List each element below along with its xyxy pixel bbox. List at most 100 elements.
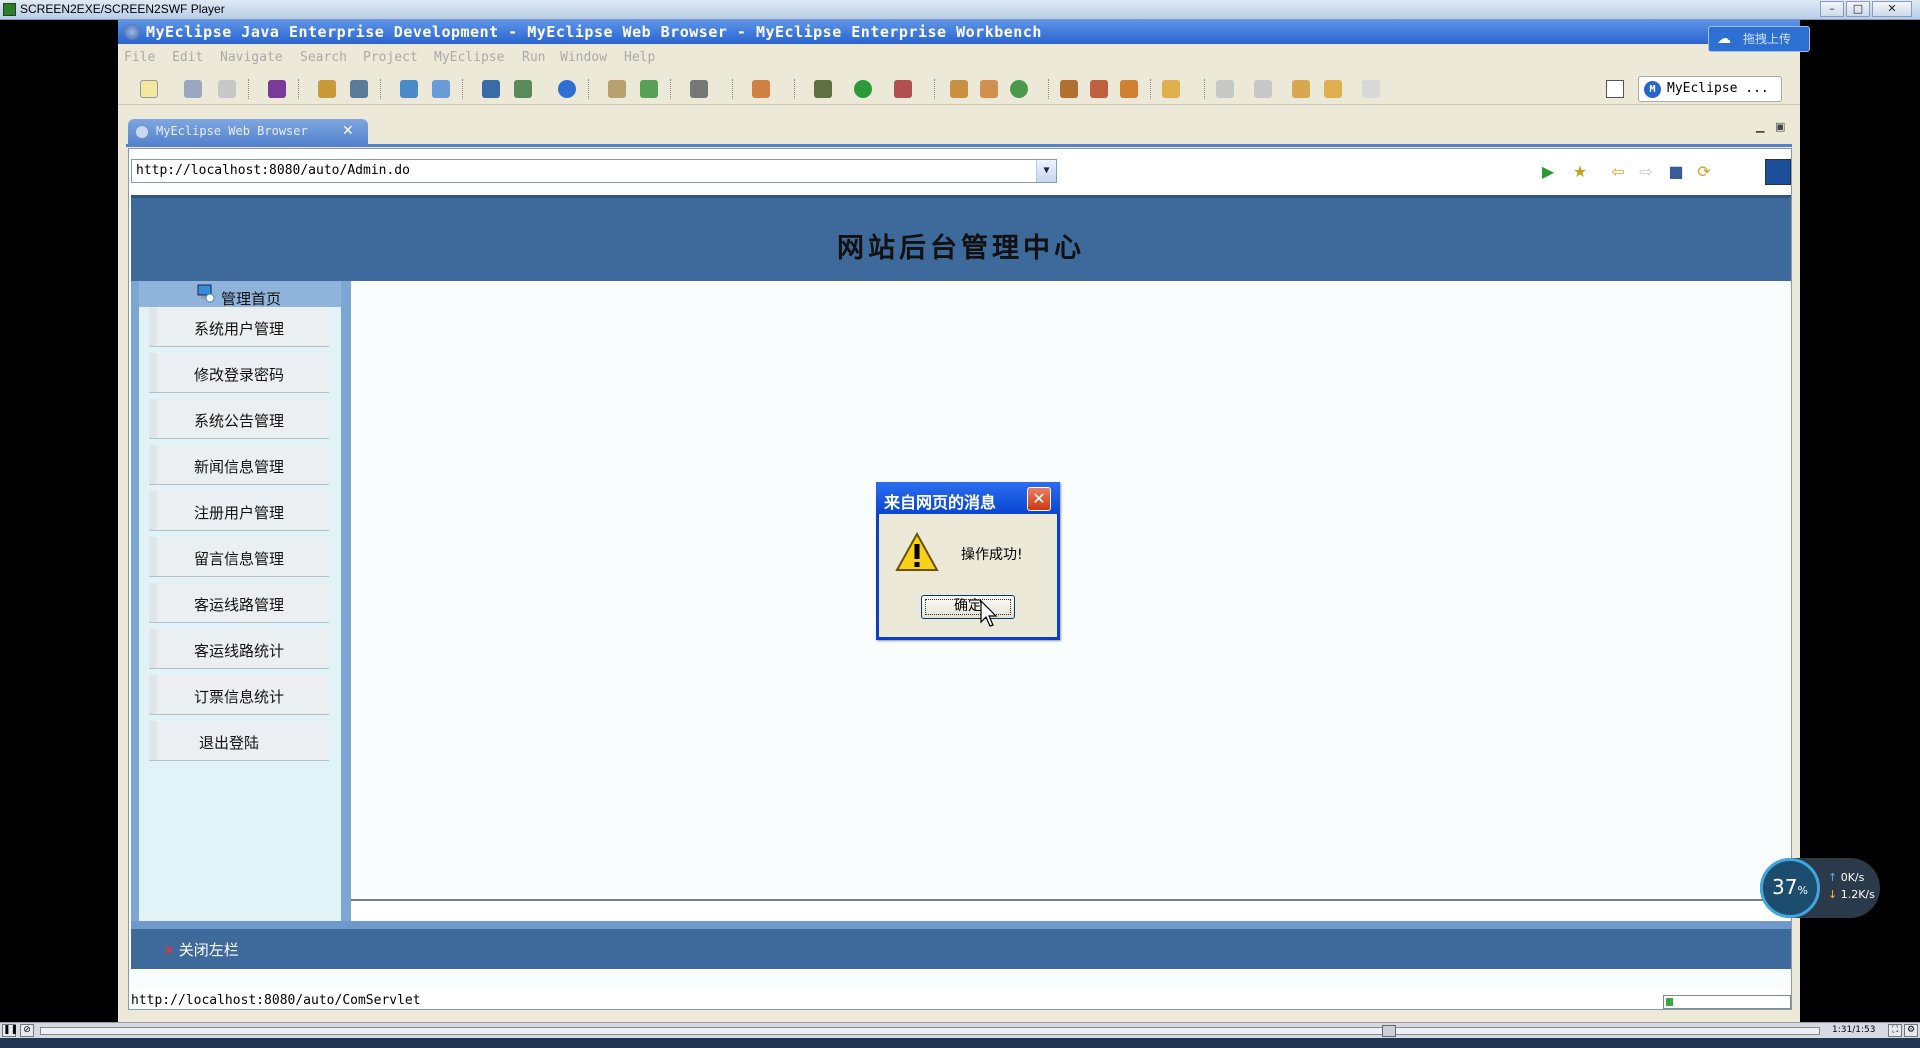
forward-arrow-icon[interactable]: ⇨	[1637, 163, 1655, 181]
print-icon[interactable]	[218, 80, 236, 98]
sidebar-item-news[interactable]: 新闻信息管理	[149, 445, 329, 485]
mouse-cursor-icon	[980, 600, 998, 627]
new-icon[interactable]	[140, 80, 158, 98]
sidebar-item-system-users[interactable]: 系统用户管理	[149, 307, 329, 347]
minimize-button[interactable]: –	[1820, 1, 1844, 17]
sidebar-item-messages[interactable]: 留言信息管理	[149, 537, 329, 577]
sidebar-item-registered-users[interactable]: 注册用户管理	[149, 491, 329, 531]
content-bottom	[351, 901, 1791, 921]
menu-help[interactable]: Help	[624, 50, 655, 65]
package-icon[interactable]	[950, 80, 968, 98]
browser-tab-icon	[135, 125, 149, 139]
sidebar-item-label: 客运线路管理	[193, 596, 284, 614]
maximize-button[interactable]: □	[1846, 1, 1870, 17]
open-icon[interactable]	[1120, 80, 1138, 98]
toolbar-separator	[670, 79, 672, 99]
warning-icon	[895, 532, 939, 571]
search-icon[interactable]	[432, 80, 450, 98]
open-folder-icon[interactable]	[1060, 80, 1078, 98]
home-computer-icon	[197, 284, 215, 303]
sidebar-item-label: 注册用户管理	[193, 504, 284, 522]
fullscreen-icon[interactable]: ⛶	[1888, 1024, 1902, 1037]
camera-icon[interactable]	[690, 80, 708, 98]
refresh-icon[interactable]	[640, 80, 658, 98]
page-footer: ✕ 关闭左栏	[131, 921, 1791, 969]
folder-icon[interactable]	[608, 80, 626, 98]
network-percent: 37%	[1772, 875, 1808, 899]
menu-search[interactable]: Search	[300, 50, 347, 65]
stop-icon[interactable]: ■	[1667, 163, 1685, 181]
network-meter[interactable]: 37% ↑ 0K/s ↓ 1.2K/s	[1760, 858, 1880, 918]
close-sidebar-link[interactable]: ✕ 关闭左栏	[163, 939, 239, 960]
forward-icon[interactable]	[1362, 80, 1380, 98]
myeclipse-perspective-icon: M	[1644, 81, 1661, 98]
player-titlebar: SCREEN2EXE/SCREEN2SWF Player – □ ✕	[0, 0, 1920, 20]
toolbar-separator	[794, 79, 796, 99]
history-icon[interactable]	[1162, 80, 1180, 98]
menu-navigate[interactable]: Navigate	[220, 50, 283, 65]
toolbar-separator	[462, 79, 464, 99]
chevron-down-icon[interactable]: ▼	[1036, 160, 1056, 182]
perspective-switcher[interactable]: M MyEclipse ...	[1638, 76, 1782, 102]
sidebar-item-route-stats[interactable]: 客运线路统计	[149, 629, 329, 669]
menu-myeclipse[interactable]: MyEclipse	[434, 50, 504, 65]
go-icon[interactable]: ▶	[1539, 163, 1557, 181]
sidebar-item-change-password[interactable]: 修改登录密码	[149, 353, 329, 393]
create-icon[interactable]	[1010, 80, 1028, 98]
tools-icon[interactable]	[752, 80, 770, 98]
sidebar-home[interactable]: 管理首页	[139, 281, 341, 308]
dialog-close-button[interactable]: ✕	[1027, 487, 1051, 511]
sidebar-item-announcements[interactable]: 系统公告管理	[149, 399, 329, 439]
menu-edit[interactable]: Edit	[172, 50, 203, 65]
rocket-icon[interactable]	[1090, 80, 1108, 98]
deploy-icon[interactable]	[268, 80, 286, 98]
menu-project[interactable]: Project	[363, 50, 418, 65]
back-icon[interactable]	[1324, 80, 1342, 98]
page-header: 网站后台管理中心	[131, 195, 1791, 281]
player-title: SCREEN2EXE/SCREEN2SWF Player	[20, 2, 225, 16]
server-icon[interactable]	[318, 80, 336, 98]
menu-window[interactable]: Window	[560, 50, 607, 65]
wizard-icon[interactable]	[400, 80, 418, 98]
ok-button[interactable]: 确定	[921, 595, 1015, 619]
close-button[interactable]: ✕	[1872, 1, 1912, 17]
sidebar-head-label: 管理首页	[221, 290, 282, 308]
toolbar-separator	[248, 79, 250, 99]
database-icon[interactable]	[350, 80, 368, 98]
pause-icon[interactable]: ❚❚	[2, 1024, 18, 1037]
maximize-view-icon[interactable]: ▣	[1775, 120, 1785, 133]
menu-run[interactable]: Run	[522, 50, 545, 65]
globe-icon[interactable]	[558, 80, 576, 98]
sidebar-item-routes[interactable]: 客运线路管理	[149, 583, 329, 623]
external-tools-icon[interactable]	[894, 80, 912, 98]
sidebar-item-ticket-stats[interactable]: 订票信息统计	[149, 675, 329, 715]
settings-icon[interactable]: ⚙	[1904, 1024, 1918, 1037]
menu-file[interactable]: File	[124, 50, 155, 65]
minimize-view-icon[interactable]: ▁	[1756, 120, 1764, 133]
refresh-arrows-icon[interactable]: ⟳	[1695, 163, 1713, 181]
seek-bar[interactable]	[40, 1025, 1820, 1037]
open-type-icon[interactable]	[482, 80, 500, 98]
sidebar-item-logout[interactable]: 退出登陆	[149, 721, 329, 761]
new-file-icon[interactable]	[514, 80, 532, 98]
open-perspective-icon[interactable]	[1606, 80, 1624, 98]
address-input[interactable]: http://localhost:8080/auto/Admin.do ▼	[131, 159, 1057, 183]
load-progress-bar	[1663, 995, 1791, 1009]
tab-myeclipse-web-browser[interactable]: MyEclipse Web Browser ✕	[128, 119, 368, 145]
class-icon[interactable]	[980, 80, 998, 98]
content-area	[351, 281, 1791, 921]
last-edit-icon[interactable]	[1292, 80, 1310, 98]
run-icon[interactable]	[854, 80, 872, 98]
next-annotation-icon[interactable]	[1216, 80, 1234, 98]
favorites-icon[interactable]: ★	[1571, 163, 1589, 181]
tab-close-icon[interactable]: ✕	[342, 123, 354, 139]
save-icon[interactable]	[184, 80, 202, 98]
menubar: File Edit Navigate Search Project MyEcli…	[118, 47, 1800, 69]
address-text: http://localhost:8080/auto/Admin.do	[136, 163, 410, 178]
debug-icon[interactable]	[814, 80, 832, 98]
status-url: http://localhost:8080/auto/ComServlet	[131, 993, 421, 1008]
seek-thumb[interactable]	[1382, 1025, 1396, 1037]
back-arrow-icon[interactable]: ⇦	[1609, 163, 1627, 181]
stop-playback-icon[interactable]: ⊘	[20, 1024, 34, 1037]
prev-annotation-icon[interactable]	[1254, 80, 1272, 98]
